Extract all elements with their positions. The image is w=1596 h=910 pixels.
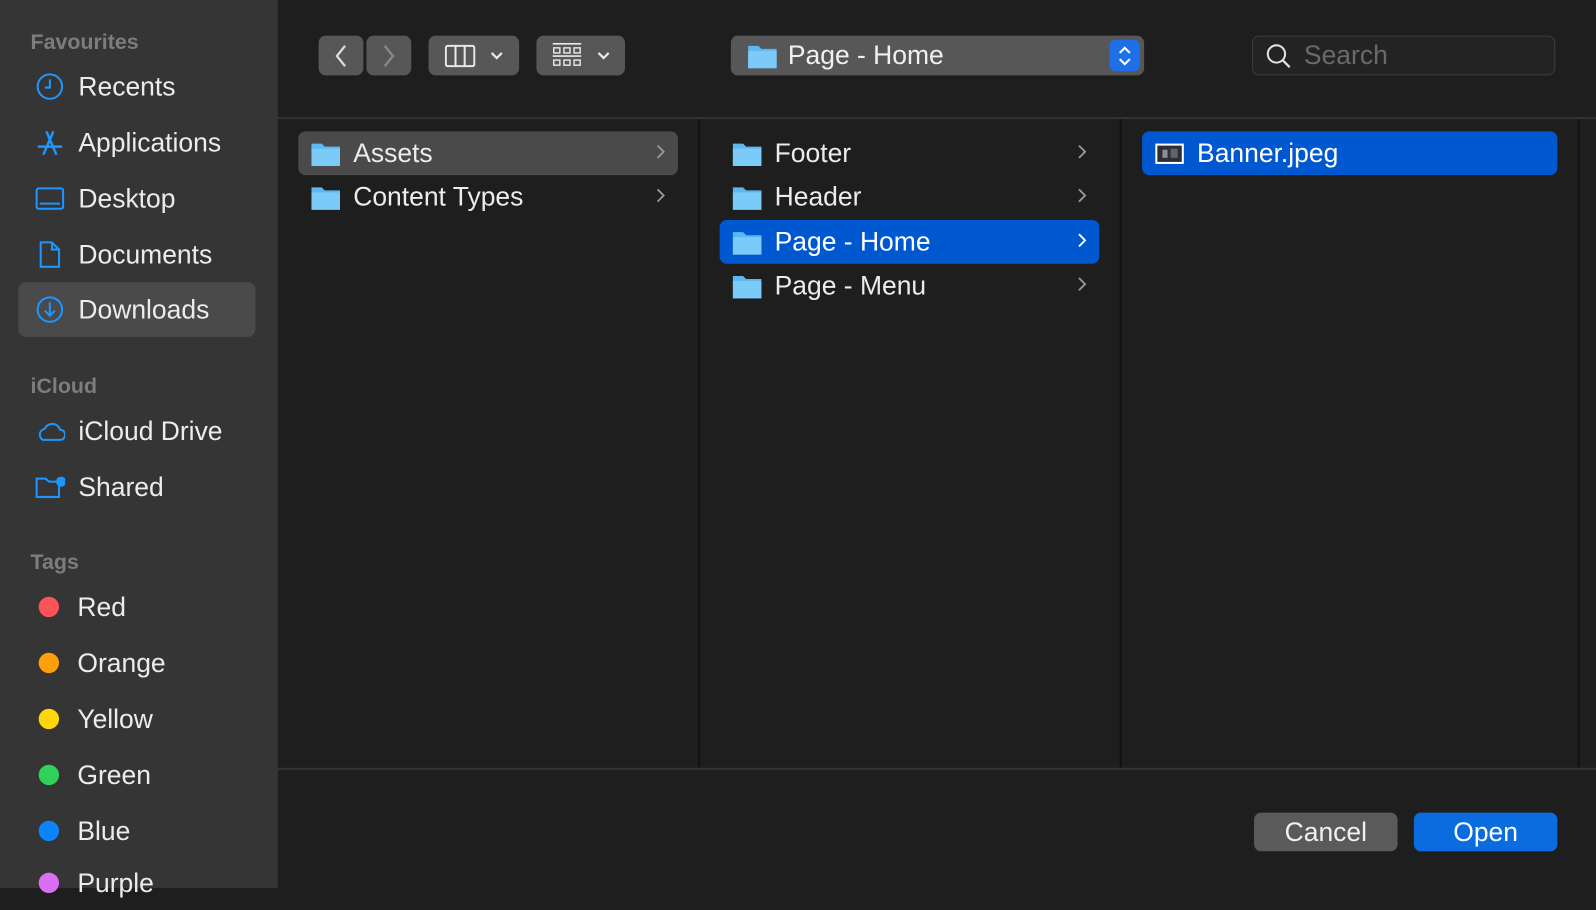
chevron-right-icon <box>1078 188 1087 203</box>
desktop-icon <box>35 183 66 214</box>
sidebar-item-label: Blue <box>77 815 131 846</box>
folder-icon <box>732 275 762 298</box>
sidebar-item-label: Green <box>77 759 151 790</box>
chevron-right-icon <box>1078 233 1087 248</box>
sidebar-item-label: Red <box>77 591 126 622</box>
tag-color-dot <box>38 596 60 618</box>
applications-icon <box>35 127 66 158</box>
sidebar-item-shared[interactable]: Shared <box>18 459 255 514</box>
grid-group-icon <box>552 42 581 66</box>
group-by-button[interactable] <box>536 35 625 76</box>
sidebar-tag-green[interactable]: Green <box>18 747 255 802</box>
tag-color-dot <box>38 872 60 894</box>
forward-button[interactable] <box>366 35 412 76</box>
section-icloud: iCloud <box>30 374 98 399</box>
tag-color-dot <box>38 652 60 674</box>
list-item-page-menu[interactable]: Page - Menu <box>720 264 1100 308</box>
column-2: Footer Header Page - Home Page - Menu <box>700 119 1122 768</box>
cancel-button[interactable]: Cancel <box>1254 812 1398 852</box>
column-1: Assets Content Types <box>278 119 701 768</box>
path-popup[interactable]: Page - Home <box>730 35 1145 76</box>
folder-icon <box>732 143 762 166</box>
tag-color-dot <box>38 764 60 786</box>
sidebar-item-documents[interactable]: Documents <box>18 227 255 282</box>
list-item-footer[interactable]: Footer <box>720 131 1100 175</box>
column-3: Banner.jpeg <box>1122 119 1580 768</box>
sidebar-item-icloud-drive[interactable]: iCloud Drive <box>18 403 255 458</box>
footer-bar: Cancel Open <box>277 767 1596 888</box>
sidebar-item-downloads[interactable]: Downloads <box>18 282 256 338</box>
sidebar-tag-orange[interactable]: Orange <box>18 635 255 690</box>
section-tags: Tags <box>30 550 79 575</box>
toolbar: Page - Home <box>277 0 1596 120</box>
open-button[interactable]: Open <box>1413 812 1558 852</box>
sidebar-item-label: iCloud Drive <box>78 414 223 446</box>
sidebar-item-label: Desktop <box>78 182 176 214</box>
folder-icon <box>311 143 340 166</box>
item-label: Header <box>774 181 862 212</box>
shared-folder-icon <box>35 471 66 502</box>
tag-color-dot <box>38 820 60 842</box>
chevron-right-icon <box>1078 277 1087 291</box>
item-label: Page - Home <box>774 226 931 257</box>
item-label: Assets <box>353 137 433 169</box>
item-label: Banner.jpeg <box>1197 137 1339 169</box>
chevron-right-icon <box>383 44 395 67</box>
list-item-header[interactable]: Header <box>720 175 1100 219</box>
list-item-content-types[interactable]: Content Types <box>298 175 678 219</box>
list-item-assets[interactable]: Assets <box>298 131 678 176</box>
sidebar: Favourites Recents Applications Desktop … <box>0 0 278 898</box>
document-icon <box>35 239 66 270</box>
list-item-banner-jpeg[interactable]: Banner.jpeg <box>1142 131 1558 176</box>
columns-view-icon <box>444 44 475 67</box>
item-label: Page - Menu <box>774 269 927 301</box>
chevron-right-icon <box>656 188 665 203</box>
tag-color-dot <box>38 708 60 730</box>
sidebar-item-label: Shared <box>78 470 164 502</box>
sidebar-item-label: Downloads <box>78 293 210 325</box>
sidebar-tag-red[interactable]: Red <box>18 579 255 634</box>
folder-icon <box>748 45 777 68</box>
chevron-right-icon <box>1078 144 1087 159</box>
stepper-icon <box>1109 39 1141 72</box>
folder-icon <box>732 231 762 255</box>
folder-icon <box>732 186 762 210</box>
item-label: Content Types <box>353 181 524 212</box>
path-label: Page - Home <box>787 39 944 71</box>
sidebar-item-desktop[interactable]: Desktop <box>18 171 255 226</box>
sidebar-item-label: Orange <box>77 647 166 678</box>
back-button[interactable] <box>318 35 364 76</box>
sidebar-item-recents[interactable]: Recents <box>18 59 255 114</box>
sidebar-item-label: Applications <box>78 126 222 158</box>
cloud-icon <box>35 415 66 446</box>
sidebar-item-label: Recents <box>78 70 176 102</box>
sidebar-item-applications[interactable]: Applications <box>18 115 255 170</box>
search-icon <box>1266 43 1291 68</box>
folder-icon <box>311 186 340 210</box>
clock-icon <box>35 71 66 102</box>
chevron-down-icon <box>597 51 609 60</box>
sidebar-item-label: Purple <box>77 867 154 898</box>
sidebar-tag-purple[interactable]: Purple <box>18 855 255 910</box>
search-input[interactable] <box>1303 39 1539 72</box>
list-item-page-home[interactable]: Page - Home <box>719 219 1100 264</box>
sidebar-item-label: Documents <box>78 238 213 270</box>
chevron-down-icon <box>490 51 503 60</box>
chevron-right-icon <box>656 144 665 159</box>
sidebar-item-label: Yellow <box>77 703 153 734</box>
sidebar-tag-blue[interactable]: Blue <box>18 803 255 858</box>
image-thumbnail-icon <box>1155 143 1184 164</box>
item-label: Footer <box>774 137 852 169</box>
sidebar-tag-yellow[interactable]: Yellow <box>18 691 255 746</box>
search-field[interactable] <box>1252 35 1556 76</box>
download-icon <box>35 294 66 325</box>
view-mode-button[interactable] <box>428 35 520 76</box>
section-favourites: Favourites <box>30 30 139 54</box>
chevron-left-icon <box>335 44 346 67</box>
